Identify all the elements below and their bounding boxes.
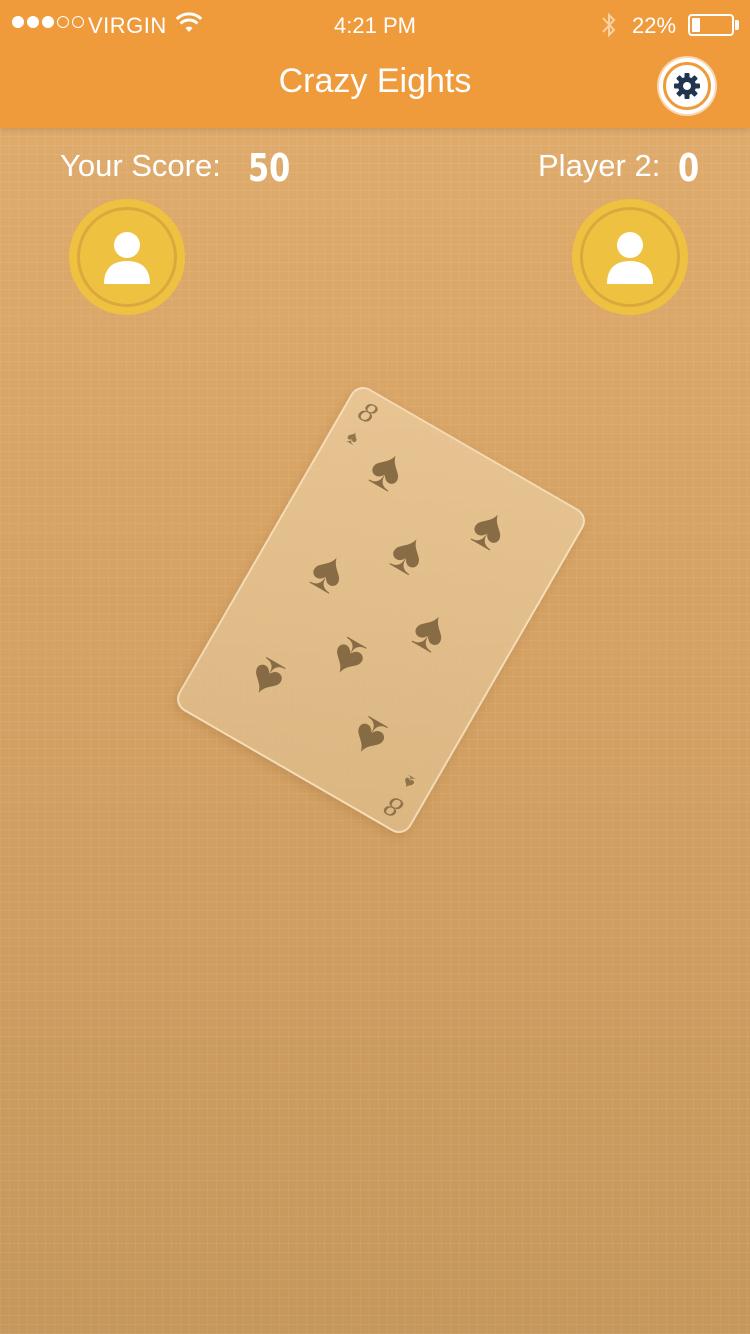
settings-button[interactable] — [659, 58, 715, 114]
your-score-value: 50 — [248, 146, 291, 190]
battery-percentage: 22% — [632, 13, 677, 38]
player-2-label: Player 2: — [538, 148, 661, 183]
card-suit-bottom: ♠ — [399, 770, 420, 795]
spade-pip: ♠ — [460, 492, 520, 564]
spade-pip: ♠ — [401, 594, 461, 667]
app-bar: VIRGIN 4:21 PM 22% Crazy Eights — [0, 0, 750, 128]
settings-ring — [663, 62, 711, 110]
card-suit-top: ♠ — [342, 425, 363, 450]
your-score-label: Your Score: — [60, 148, 221, 183]
battery-icon — [688, 14, 734, 36]
page-title: Crazy Eights — [278, 62, 472, 100]
card-rank-top: 8 — [352, 396, 383, 432]
spade-pip: ♠ — [236, 643, 296, 716]
status-bar: VIRGIN 4:21 PM 22% — [0, 0, 750, 52]
user-icon — [104, 232, 150, 284]
card-rank-bottom: 8 — [379, 788, 410, 824]
player-2-score-value: 0 — [678, 146, 700, 190]
spade-pip: ♠ — [358, 433, 418, 505]
spade-pip: ♠ — [299, 535, 359, 608]
battery-tip — [735, 20, 739, 30]
spade-pip: ♠ — [338, 702, 399, 775]
player-2-avatar[interactable] — [572, 199, 688, 315]
bluetooth-icon — [602, 12, 616, 38]
player-1-avatar[interactable] — [69, 199, 185, 315]
spade-pip: ♠ — [379, 516, 439, 589]
user-icon — [607, 232, 653, 284]
spade-pip: ♠ — [317, 623, 377, 696]
